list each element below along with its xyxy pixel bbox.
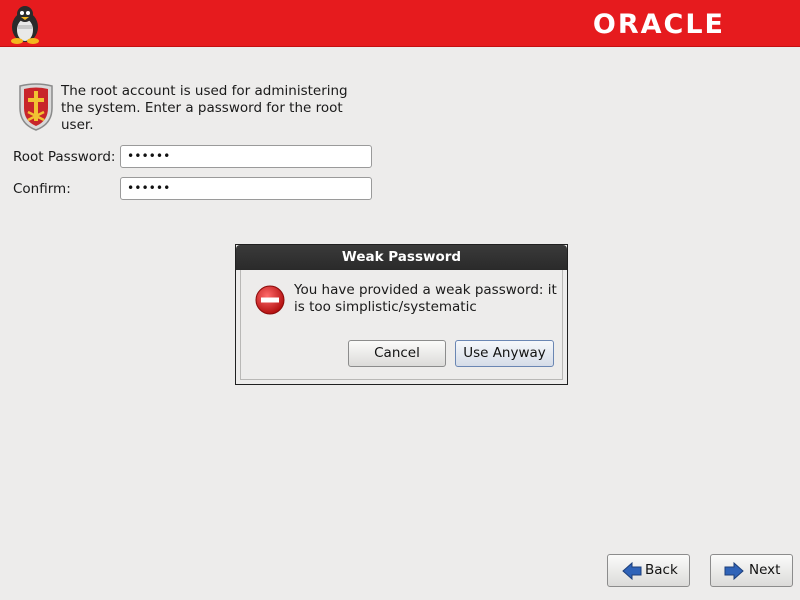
arrow-right-icon: [724, 562, 744, 580]
back-label: Back: [645, 562, 678, 578]
shield-crest-icon: [19, 83, 53, 131]
dialog-message: You have provided a weak password: it is…: [294, 282, 557, 315]
next-label: Next: [749, 562, 781, 578]
tux-penguin-icon: [11, 6, 39, 44]
use-anyway-button[interactable]: Use Anyway: [455, 340, 554, 367]
back-button[interactable]: Back: [607, 554, 690, 587]
intro-text: The root account is used for administeri…: [61, 83, 348, 133]
arrow-left-icon: [622, 562, 642, 580]
confirm-password-label: Confirm:: [13, 181, 71, 197]
error-icon: [255, 285, 285, 315]
cancel-button[interactable]: Cancel: [348, 340, 446, 367]
dialog-body: You have provided a weak password: it is…: [240, 270, 563, 380]
root-password-label: Root Password:: [13, 149, 116, 165]
oracle-logo: ORACLE: [592, 9, 725, 40]
header-bar: ORACLE: [0, 0, 800, 47]
next-button[interactable]: Next: [710, 554, 793, 587]
weak-password-dialog: Weak Password You have provided a weak p…: [235, 244, 568, 385]
root-password-input[interactable]: ••••••: [120, 145, 372, 168]
confirm-password-input[interactable]: ••••••: [120, 177, 372, 200]
dialog-title: Weak Password: [236, 245, 567, 270]
